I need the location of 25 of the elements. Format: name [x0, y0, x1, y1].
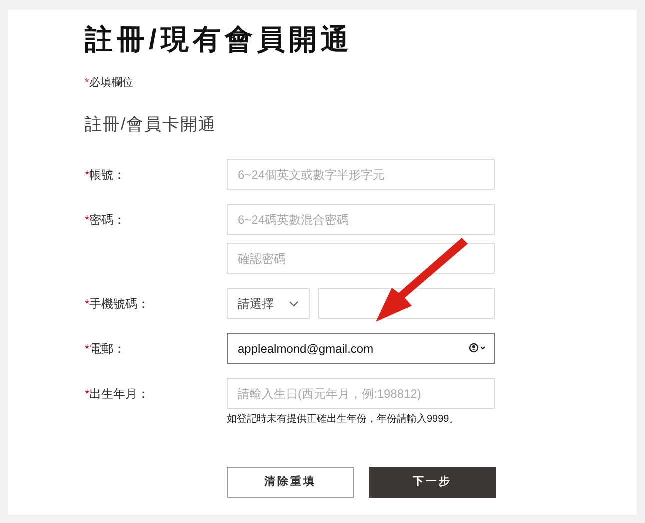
required-asterisk: *: [85, 212, 90, 228]
required-asterisk: *: [85, 386, 90, 402]
field-label: 出生年月：: [90, 386, 150, 402]
input-field[interactable]: 確認密碼: [227, 243, 495, 274]
field-hint: 如登記時未有提供正確出生年份，年份請輸入9999。: [227, 414, 460, 426]
field-label: 帳號：: [90, 166, 126, 184]
page-title: 註冊/現有會員開通: [85, 23, 354, 57]
required-asterisk: *: [85, 296, 90, 312]
required-asterisk: *: [85, 76, 90, 90]
field-label: 手機號碼：: [90, 296, 150, 312]
next-button[interactable]: 下一步: [369, 467, 496, 498]
input-field[interactable]: 6~24個英文或數字半形字元: [227, 159, 495, 190]
required-asterisk: *: [85, 166, 90, 184]
required-asterisk: *: [85, 340, 90, 358]
input-field[interactable]: 請輸入生日(西元年月，例:198812): [227, 378, 495, 409]
autofill-icon[interactable]: [469, 343, 487, 353]
reset-button[interactable]: 清除重填: [227, 467, 354, 498]
required-note: 必填欄位: [89, 76, 134, 90]
chevron-down-icon: [289, 300, 299, 306]
field-label: 電郵：: [90, 340, 126, 358]
country-code-select[interactable]: 請選擇: [227, 288, 310, 319]
field-label: 密碼：: [90, 212, 126, 228]
section-title: 註冊/會員卡開通: [85, 114, 218, 136]
input-field[interactable]: 6~24碼英數混合密碼: [227, 204, 495, 235]
input-field[interactable]: applealmond@gmail.com: [227, 333, 495, 364]
